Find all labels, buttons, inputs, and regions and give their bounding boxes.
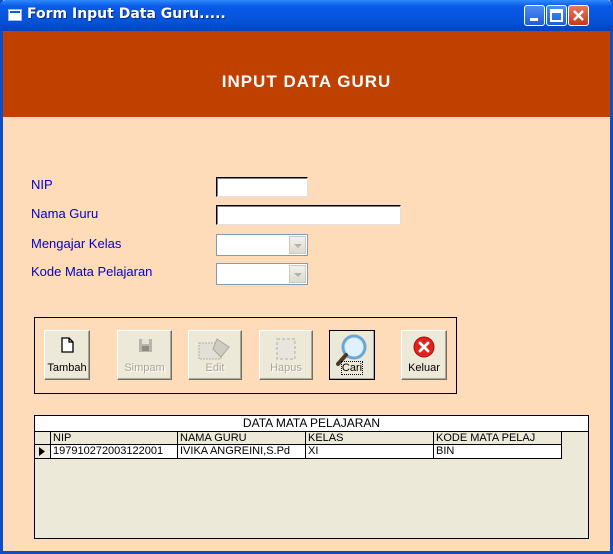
cari-label: Cari [340,361,364,375]
kode-mata-pelajaran-select[interactable] [216,263,308,285]
grid-caption: DATA MATA PELAJARAN [35,416,588,432]
column-header-nip[interactable]: NIP [51,432,178,445]
window-title: Form Input Data Guru..... [27,6,226,22]
close-icon [573,10,584,21]
mengajar-kelas-label: Mengajar Kelas [31,236,122,251]
cari-button[interactable]: Cari [329,330,375,380]
header-banner: INPUT DATA GURU [3,31,610,117]
grid-cell-kode[interactable]: BIN [434,445,562,459]
tambah-label: Tambah [47,362,87,374]
data-grid[interactable]: DATA MATA PELAJARAN NIP NAMA GURU KELAS … [34,415,589,539]
current-row-arrow-icon [39,447,45,456]
row-selector[interactable] [35,445,51,459]
chevron-down-icon[interactable] [289,236,306,254]
column-header-nama-guru[interactable]: NAMA GURU [178,432,306,445]
edit-button[interactable]: Edit [188,330,242,380]
grid-cell-nip[interactable]: 197910272003122001 [51,445,178,459]
grid-cell-nama-guru[interactable]: IVIKA ANGREINI,S.Pd [178,445,306,459]
simpam-label: Simpam [124,362,165,374]
column-header-kode-mata-pelajaran[interactable]: KODE MATA PELAJ [434,432,562,445]
form-window: Form Input Data Guru..... INPUT DATA GUR… [0,0,613,554]
minimize-icon [530,18,538,21]
minimize-button[interactable] [524,5,545,26]
edit-icon [198,338,230,360]
maximize-icon [550,9,563,22]
simpam-button[interactable]: Simpam [117,330,172,380]
delete-icon [276,338,296,360]
kode-mata-pelajaran-label: Kode Mata Pelajaran [31,264,153,279]
nip-input[interactable] [216,177,308,197]
nama-guru-label: Nama Guru [31,206,99,221]
page-title: INPUT DATA GURU [221,72,392,91]
chevron-down-icon[interactable] [289,265,306,283]
hapus-button[interactable]: Hapus [259,330,313,380]
mengajar-kelas-select[interactable] [216,234,308,256]
hapus-label: Hapus [270,362,302,374]
nama-guru-input[interactable] [216,205,401,225]
grid-corner-cell [35,432,51,445]
floppy-disk-icon [138,339,152,352]
nip-label: NIP [31,177,53,192]
new-document-icon [61,337,74,353]
window-icon [8,9,22,21]
grid-cell-kelas[interactable]: XI [306,445,434,459]
close-button[interactable] [568,5,589,26]
exit-icon [413,336,435,358]
tambah-button[interactable]: Tambah [44,330,90,380]
maximize-button[interactable] [546,5,567,26]
button-frame: Tambah Simpam Edit Hapus Cari Keluar [34,317,457,394]
keluar-label: Keluar [408,362,440,374]
title-bar[interactable]: Form Input Data Guru..... [0,0,613,31]
keluar-button[interactable]: Keluar [401,330,447,380]
edit-label: Edit [205,362,225,374]
column-header-kelas[interactable]: KELAS [306,432,434,445]
